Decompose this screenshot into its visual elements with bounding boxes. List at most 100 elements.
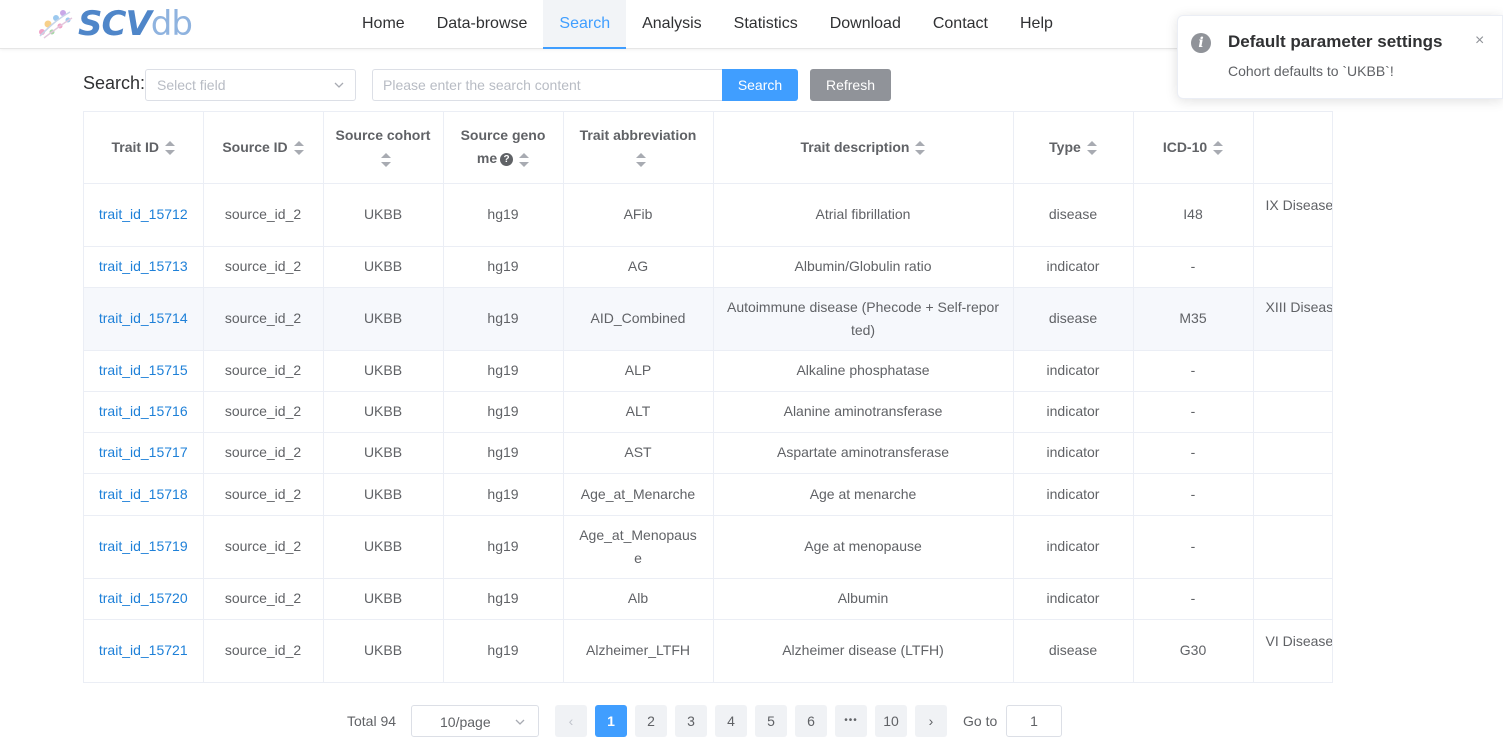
prev-page-button[interactable]: ‹ (555, 705, 587, 737)
page-button-4[interactable]: 4 (715, 705, 747, 737)
cell-description: Atrial fibrillation (713, 183, 1014, 247)
field-select[interactable]: Select field (145, 69, 356, 101)
column-header-type[interactable]: Type (1013, 112, 1134, 184)
column-header-label: Trait ID (111, 138, 159, 155)
cell-description: Alzheimer disease (LTFH) (713, 619, 1014, 682)
column-header-source-cohort[interactable]: Source cohort (323, 112, 444, 184)
cell-cohort: UKBB (323, 183, 444, 247)
sort-icon[interactable] (293, 141, 304, 156)
page-button-1[interactable]: 1 (595, 705, 627, 737)
column-header-trait-abbreviation[interactable]: Trait abbreviation (563, 112, 714, 184)
cell-description: Aspartate aminotransferase (713, 432, 1014, 474)
sort-icon[interactable] (381, 152, 391, 167)
goto-page-input[interactable] (1006, 705, 1062, 737)
search-input[interactable] (372, 69, 722, 101)
chevron-down-icon (515, 719, 525, 725)
cell-source-id: source_id_2 (203, 515, 324, 579)
cell-type: indicator (1013, 246, 1134, 288)
more-pages-ellipsis[interactable]: ••• (835, 705, 867, 737)
table-header-row: Trait ID Source ID Source cohort Source … (84, 112, 1332, 184)
cell-type: indicator (1013, 350, 1134, 392)
cell-type: disease (1013, 287, 1134, 351)
column-header-trait-id[interactable]: Trait ID (84, 112, 204, 184)
close-icon[interactable]: × (1475, 32, 1484, 50)
page-button-5[interactable]: 5 (755, 705, 787, 737)
search-button[interactable]: Search (722, 69, 798, 101)
cell-icd10: - (1133, 473, 1254, 516)
logo-suffix-text: db (150, 4, 193, 44)
cell-source-id: source_id_2 (203, 432, 324, 474)
sort-icon[interactable] (1213, 141, 1224, 156)
trait-id-link[interactable]: trait_id_15720 (84, 578, 204, 620)
cell-source-id: source_id_2 (203, 391, 324, 433)
notification-title: Default parameter settings (1228, 32, 1443, 51)
sort-icon[interactable] (164, 141, 175, 156)
dna-logo-icon (39, 10, 73, 39)
help-question-icon[interactable]: ? (500, 153, 514, 167)
cell-cohort: UKBB (323, 473, 444, 516)
sort-icon[interactable] (519, 152, 530, 167)
chevron-down-icon (334, 82, 344, 88)
table-row: trait_id_15717 source_id_2 UKBB hg19 AST… (84, 432, 1332, 474)
column-header-trait-description[interactable]: Trait description (713, 112, 1014, 184)
column-header-label: Type (1049, 138, 1081, 155)
cell-source-id: source_id_2 (203, 350, 324, 392)
nav-contact[interactable]: Contact (917, 0, 1004, 49)
cell-abbreviation: Age_at_Menarche (563, 473, 714, 516)
next-page-button[interactable]: › (915, 705, 947, 737)
table-row: trait_id_15719 source_id_2 UKBB hg19 Age… (84, 515, 1332, 579)
trait-id-link[interactable]: trait_id_15717 (84, 432, 204, 474)
column-header-label: Trait abbreviation (579, 127, 697, 144)
page-button-3[interactable]: 3 (675, 705, 707, 737)
trait-id-link[interactable]: trait_id_15721 (84, 619, 204, 682)
site-logo[interactable]: SCVdb (34, 4, 193, 44)
page-button-6[interactable]: 6 (795, 705, 827, 737)
cell-icd-chapter (1253, 578, 1332, 620)
cell-icd-chapter: IX Disease (1253, 183, 1332, 247)
nav-download[interactable]: Download (814, 0, 917, 49)
nav-help[interactable]: Help (1004, 0, 1069, 49)
logo-wordmark: SCVdb (78, 4, 193, 44)
trait-id-link[interactable]: trait_id_15714 (84, 287, 204, 351)
cell-cohort: UKBB (323, 578, 444, 620)
search-label: Search: (83, 73, 146, 93)
nav-statistics[interactable]: Statistics (718, 0, 814, 49)
column-header-source-id[interactable]: Source ID (203, 112, 324, 184)
trait-id-link[interactable]: trait_id_15713 (84, 246, 204, 288)
nav-search[interactable]: Search (543, 0, 627, 49)
column-header-icd10[interactable]: ICD-10 (1133, 112, 1254, 184)
page-button-10[interactable]: 10 (875, 705, 907, 737)
cell-genome: hg19 (443, 246, 564, 288)
sort-icon[interactable] (1086, 141, 1097, 156)
cell-type: indicator (1013, 473, 1134, 516)
trait-id-link[interactable]: trait_id_15716 (84, 391, 204, 433)
table-row: trait_id_15718 source_id_2 UKBB hg19 Age… (84, 473, 1332, 516)
page-button-2[interactable]: 2 (635, 705, 667, 737)
info-icon: i (1191, 33, 1211, 53)
cell-icd10: - (1133, 515, 1254, 579)
nav-data-browse[interactable]: Data-browse (421, 0, 544, 49)
trait-id-link[interactable]: trait_id_15715 (84, 350, 204, 392)
cell-source-id: source_id_2 (203, 578, 324, 620)
cell-abbreviation: ALT (563, 391, 714, 433)
nav-home[interactable]: Home (346, 0, 421, 49)
cell-icd-chapter (1253, 350, 1332, 392)
column-header-source-genome[interactable]: Source geno me? (443, 112, 564, 184)
cell-genome: hg19 (443, 515, 564, 579)
sort-icon[interactable] (915, 141, 926, 156)
refresh-button[interactable]: Refresh (810, 69, 891, 101)
trait-id-link[interactable]: trait_id_15719 (84, 515, 204, 579)
cell-type: indicator (1013, 515, 1134, 579)
table-row: trait_id_15715 source_id_2 UKBB hg19 ALP… (84, 350, 1332, 392)
page-size-select[interactable]: 10/page (411, 705, 539, 737)
cell-abbreviation: Alb (563, 578, 714, 620)
trait-id-link[interactable]: trait_id_15712 (84, 183, 204, 247)
nav-analysis[interactable]: Analysis (626, 0, 718, 49)
trait-id-link[interactable]: trait_id_15718 (84, 473, 204, 516)
cell-abbreviation: AFib (563, 183, 714, 247)
cell-abbreviation: AID_Combined (563, 287, 714, 351)
sort-icon[interactable] (636, 152, 646, 167)
main-nav: Home Data-browse Search Analysis Statist… (346, 0, 1069, 49)
cell-description: Albumin (713, 578, 1014, 620)
cell-genome: hg19 (443, 391, 564, 433)
